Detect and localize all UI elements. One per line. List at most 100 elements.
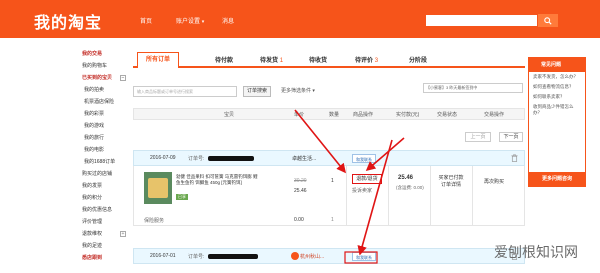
shop-name[interactable]: 杭州秋山... — [300, 253, 324, 260]
col-quantity: 数量 — [329, 112, 340, 118]
orders-main: 所有订单 待付款 待发货 1 待收货 待评价 3 分阶段 输入商品标题或订单号进… — [133, 48, 525, 273]
tab-pending-payment[interactable]: 待付款 — [215, 55, 233, 64]
trash-icon[interactable] — [511, 154, 518, 162]
tab-pending-review[interactable]: 待评价 3 — [355, 55, 378, 64]
sidebar-item-auction[interactable]: 我的拍卖 — [82, 84, 128, 96]
order-date: 2016-07-01 — [150, 253, 176, 259]
product-title[interactable]: 勃健 佳品果料 扣可筐簧 马克雷钓饵膨 鲤鱼生鱼钓 饵鲫鱼 450g [元簧钓饵… — [176, 174, 258, 186]
buy-again-link[interactable]: 再次购买 — [484, 178, 504, 185]
order-number-label: 订单号: — [188, 156, 205, 162]
sidebar-item-lottery[interactable]: 我的彩票 — [82, 108, 128, 120]
contact-seller-button[interactable]: 和我联系 — [352, 154, 376, 163]
divider — [472, 166, 473, 225]
freight-note: (含运费: 0.00) — [396, 185, 424, 190]
contact-seller-button[interactable]: 和我联系 — [352, 252, 376, 261]
search-button[interactable] — [538, 14, 558, 27]
nav-account-settings-label: 账户设置 — [176, 19, 201, 25]
order-number-label: 订单号: — [188, 254, 205, 260]
sidebar-item-bought[interactable]: 已买到的宝贝 − — [82, 72, 128, 84]
original-price: 30.20 — [294, 178, 307, 184]
sidebar: 我的交易 我的购物车 已买到的宝贝 − 我的拍卖 机票酒店保险 我的彩票 我的游… — [82, 48, 128, 264]
tab-count: 1 — [279, 58, 284, 64]
col-paid: 实付款(元) — [396, 112, 420, 118]
expand-icon[interactable]: + — [120, 231, 126, 237]
chevron-down-icon: ▾ — [201, 19, 205, 25]
next-page-button[interactable]: 下一页 — [499, 132, 523, 142]
nav-account-settings[interactable]: 账户设置 ▾ — [176, 16, 204, 25]
order-date: 2016-07-09 — [150, 155, 176, 161]
sidebar-item-points[interactable]: 我的积分 — [82, 192, 128, 204]
tab-staged[interactable]: 分阶段 — [409, 55, 427, 64]
order-row: 勃健 佳品果料 扣可筐簧 马克雷钓饵膨 鲤鱼生鱼钓 饵鲫鱼 450g [元簧钓饵… — [133, 166, 525, 226]
col-trade-action: 交易操作 — [484, 112, 505, 118]
refund-return-link[interactable]: 退款/退货 — [352, 174, 382, 184]
divider — [388, 166, 389, 225]
more-filters-link[interactable]: 更多筛选条件 ▾ — [281, 87, 315, 94]
col-price: 单价 — [294, 112, 305, 118]
sidebar-item-footprints[interactable]: 我的足迹 — [82, 240, 128, 252]
nav-home[interactable]: 首页 — [140, 16, 152, 25]
sidebar-item-shops[interactable]: 购买过的店铺 — [82, 168, 128, 180]
product-badge: 已享 — [176, 194, 188, 200]
shop-icon — [291, 252, 299, 260]
search-input[interactable] — [425, 14, 538, 27]
sidebar-item-follow[interactable]: 悉店跟到 — [82, 252, 128, 264]
order-search-input[interactable]: 输入商品标题或订单号进行搜索 — [133, 86, 237, 97]
sidebar-item-bought-label: 已买到的宝贝 — [82, 75, 113, 81]
sidebar-item-my-trades[interactable]: 我的交易 — [82, 48, 128, 60]
sidebar-item-1688[interactable]: 我的1688订单 — [82, 156, 128, 168]
order-tabs: 所有订单 待付款 待发货 1 待收货 待评价 3 分阶段 — [133, 52, 525, 68]
promo-hint[interactable]: 【小蜜客】3 昨天最新签到中 — [423, 83, 523, 93]
shop-name[interactable]: 卓越生活... — [292, 155, 316, 162]
sidebar-item-movies[interactable]: 我的电影 — [82, 144, 128, 156]
divider — [346, 166, 347, 225]
product-package — [148, 178, 168, 198]
sidebar-item-reviews[interactable]: 评价管理 — [82, 216, 128, 228]
unit-price: 25.46 — [294, 188, 307, 194]
order-header: 2016-07-01 订单号: 杭州秋山... 和我联系 — [133, 248, 525, 264]
logo[interactable]: 我的淘宝 — [34, 9, 102, 33]
complain-seller-link[interactable]: 投诉卖家 — [352, 187, 372, 194]
divider — [430, 166, 431, 225]
column-headers: 宝贝 单价 数量 商品操作 实付款(元) 交易状态 交易操作 — [133, 108, 525, 120]
order-search-button[interactable]: 订单搜索 — [243, 86, 271, 97]
sidebar-item-cart[interactable]: 我的购物车 — [82, 60, 128, 72]
more-help-button[interactable]: 更多问题咨询 — [529, 172, 585, 186]
prev-page-button[interactable]: 上一页 — [465, 132, 491, 142]
top-bar: 我的淘宝 首页 账户设置 ▾ 消息 — [0, 0, 600, 38]
product-image[interactable] — [144, 172, 172, 204]
faq-title: 常见问题 — [529, 58, 585, 72]
tab-count: 3 — [374, 58, 379, 64]
insurance-price: 0.00 — [294, 217, 304, 223]
collapse-icon[interactable]: − — [120, 75, 126, 81]
col-status: 交易状态 — [437, 112, 458, 118]
faq-question[interactable]: 卖家不发货，怎么办？ — [529, 72, 585, 82]
sidebar-item-invoice[interactable]: 我的发票 — [82, 180, 128, 192]
tab-pending-shipment[interactable]: 待发货 1 — [260, 55, 283, 64]
nav-messages[interactable]: 消息 — [222, 16, 234, 25]
quantity: 1 — [331, 178, 334, 184]
sidebar-item-games[interactable]: 我的游戏 — [82, 120, 128, 132]
tab-label: 待发货 — [260, 58, 279, 64]
faq-panel: 常见问题 卖家不发货，怎么办？ 如何查看物流信息？ 如何联系卖家？ 收到商品少件… — [528, 57, 586, 187]
faq-question[interactable]: 如何联系卖家？ — [529, 92, 585, 102]
col-item: 宝贝 — [224, 112, 235, 118]
tab-label: 待评价 — [355, 58, 374, 64]
tab-pending-receipt[interactable]: 待收货 — [309, 55, 327, 64]
sidebar-item-refunds-label: 退款维权 — [82, 231, 103, 237]
redacted-order-number — [208, 254, 258, 259]
paid-amount: 25.46 — [398, 175, 414, 181]
watermark: 爱刨根知识网 — [494, 245, 578, 261]
search-icon — [544, 16, 552, 25]
faq-question[interactable]: 如何查看物流信息？ — [529, 82, 585, 92]
sidebar-item-flights[interactable]: 机票酒店保险 — [82, 96, 128, 108]
col-item-action: 商品操作 — [353, 112, 374, 118]
sidebar-item-coupons[interactable]: 我的优惠信息 — [82, 204, 128, 216]
faq-question[interactable]: 收到商品少件错怎么办？ — [529, 102, 585, 118]
insurance-quantity: 1 — [331, 217, 334, 223]
trade-status[interactable]: 买家已付款 订单详情 — [436, 175, 466, 189]
sidebar-item-travel[interactable]: 我的旅行 — [82, 132, 128, 144]
sidebar-item-refunds[interactable]: 退款维权 + — [82, 228, 128, 240]
order-header: 2016-07-09 订单号: 卓越生活... 和我联系 — [133, 150, 525, 166]
tab-all-orders[interactable]: 所有订单 — [137, 52, 180, 68]
